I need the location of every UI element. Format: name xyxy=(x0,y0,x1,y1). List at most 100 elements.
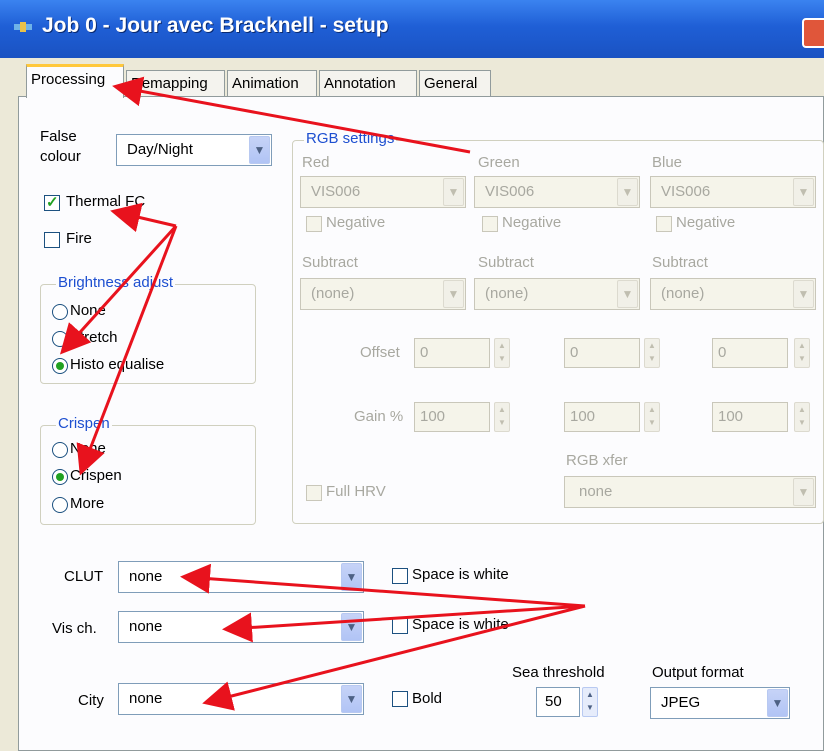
red-subtract-select[interactable]: (none) ▼ xyxy=(300,278,466,310)
blue-negative-label: Negative xyxy=(676,214,736,231)
red-channel-value: VIS006 xyxy=(311,183,361,200)
output-format-select[interactable]: JPEG ▼ xyxy=(650,687,790,719)
chevron-down-icon[interactable]: ▼ xyxy=(443,280,464,308)
blue-subtract-label: Subtract xyxy=(652,254,708,271)
brightness-none-radio[interactable] xyxy=(52,304,68,320)
green-negative-checkbox[interactable] xyxy=(482,216,498,232)
sea-threshold-label: Sea threshold xyxy=(512,664,605,681)
chevron-down-icon[interactable]: ▼ xyxy=(793,478,814,506)
tab-general[interactable]: General xyxy=(419,70,491,96)
red-subtract-value: (none) xyxy=(311,285,355,302)
chevron-down-icon[interactable]: ▼ xyxy=(443,178,464,206)
vis-ch-select[interactable]: none ▼ xyxy=(118,611,364,643)
crispen-more-label: More xyxy=(70,495,105,512)
blue-channel-select[interactable]: VIS006 ▼ xyxy=(650,176,816,208)
chevron-down-icon[interactable]: ▼ xyxy=(767,689,788,717)
fire-checkbox[interactable] xyxy=(44,232,60,248)
green-gain-input[interactable]: 100 xyxy=(564,402,640,432)
chevron-down-icon[interactable]: ▼ xyxy=(617,178,638,206)
blue-offset-value: 0 xyxy=(718,344,727,361)
chevron-down-icon[interactable]: ▼ xyxy=(793,280,814,308)
tab-processing[interactable]: Processing xyxy=(26,64,124,98)
clut-value: none xyxy=(129,568,163,585)
green-label: Green xyxy=(478,154,520,171)
blue-label: Blue xyxy=(652,154,683,171)
city-bold-checkbox[interactable] xyxy=(392,691,408,707)
tab-annotation[interactable]: Annotation xyxy=(319,70,417,96)
crispen-crispen-radio[interactable] xyxy=(52,469,68,485)
red-offset-spinner[interactable]: ▲ ▼ xyxy=(494,338,510,368)
crispen-more-radio[interactable] xyxy=(52,497,68,513)
full-hrv-checkbox[interactable] xyxy=(306,485,322,501)
radio-selected-dot xyxy=(56,473,64,481)
blue-subtract-select[interactable]: (none) ▼ xyxy=(650,278,816,310)
green-offset-input[interactable]: 0 xyxy=(564,338,640,368)
blue-gain-input[interactable]: 100 xyxy=(712,402,788,432)
thermal-fc-label: Thermal FC xyxy=(66,193,146,210)
green-subtract-label: Subtract xyxy=(478,254,534,271)
tab-animation[interactable]: Animation xyxy=(227,70,317,96)
clut-select[interactable]: none ▼ xyxy=(118,561,364,593)
brightness-histo-label: Histo equalise xyxy=(70,356,165,373)
blue-gain-value: 100 xyxy=(718,408,744,425)
green-channel-value: VIS006 xyxy=(485,183,535,200)
brightness-stretch-label: Stretch xyxy=(70,329,118,346)
green-subtract-value: (none) xyxy=(485,285,529,302)
clut-label: CLUT xyxy=(64,568,104,585)
chevron-down-icon[interactable]: ▼ xyxy=(341,563,362,591)
red-offset-value: 0 xyxy=(420,344,429,361)
green-offset-value: 0 xyxy=(570,344,579,361)
clut-space-white-checkbox[interactable] xyxy=(392,568,408,584)
blue-negative-checkbox[interactable] xyxy=(656,216,672,232)
red-gain-spinner[interactable]: ▲ ▼ xyxy=(494,402,510,432)
fire-label: Fire xyxy=(66,230,92,247)
vis-ch-label: Vis ch. xyxy=(52,620,97,637)
green-negative-label: Negative xyxy=(502,214,562,231)
blue-offset-spinner[interactable]: ▲ ▼ xyxy=(794,338,810,368)
window-title: Job 0 - Jour avec Bracknell - setup xyxy=(42,14,389,37)
brightness-stretch-radio[interactable] xyxy=(52,331,68,347)
city-select[interactable]: none ▼ xyxy=(118,683,364,715)
blue-offset-input[interactable]: 0 xyxy=(712,338,788,368)
green-channel-select[interactable]: VIS006 ▼ xyxy=(474,176,640,208)
chevron-down-icon[interactable]: ▼ xyxy=(341,685,362,713)
green-subtract-select[interactable]: (none) ▼ xyxy=(474,278,640,310)
sea-threshold-value: 50 xyxy=(545,693,562,710)
offset-label: Offset xyxy=(360,344,400,361)
brightness-histo-radio[interactable] xyxy=(52,358,68,374)
crispen-none-radio[interactable] xyxy=(52,442,68,458)
red-negative-label: Negative xyxy=(326,214,386,231)
vis-space-white-checkbox[interactable] xyxy=(392,618,408,634)
false-colour-label-1: False xyxy=(40,128,77,145)
crispen-crispen-label: Crispen xyxy=(70,467,122,484)
thermal-fc-checkbox[interactable]: ✓ xyxy=(44,194,60,211)
red-negative-checkbox[interactable] xyxy=(306,216,322,232)
gain-label: Gain % xyxy=(354,408,404,425)
clut-space-white-label: Space is white xyxy=(412,566,509,583)
output-format-label: Output format xyxy=(652,664,744,681)
red-gain-value: 100 xyxy=(420,408,446,425)
chevron-down-icon[interactable]: ▼ xyxy=(793,178,814,206)
green-gain-spinner[interactable]: ▲ ▼ xyxy=(644,402,660,432)
red-gain-input[interactable]: 100 xyxy=(414,402,490,432)
sea-threshold-spinner[interactable]: ▲ ▼ xyxy=(582,687,598,717)
blue-gain-spinner[interactable]: ▲ ▼ xyxy=(794,402,810,432)
tab-remapping[interactable]: Remapping xyxy=(126,70,225,96)
green-offset-spinner[interactable]: ▲ ▼ xyxy=(644,338,660,368)
full-hrv-label: Full HRV xyxy=(326,483,386,500)
chevron-down-icon[interactable]: ▼ xyxy=(341,613,362,641)
red-offset-input[interactable]: 0 xyxy=(414,338,490,368)
chevron-down-icon[interactable]: ▼ xyxy=(249,136,270,164)
rgb-xfer-select[interactable]: none ▼ xyxy=(564,476,816,508)
sea-threshold-input[interactable]: 50 xyxy=(536,687,580,717)
red-channel-select[interactable]: VIS006 ▼ xyxy=(300,176,466,208)
false-colour-select[interactable]: Day/Night ▼ xyxy=(116,134,272,166)
output-format-value: JPEG xyxy=(661,694,701,711)
green-gain-value: 100 xyxy=(570,408,596,425)
radio-selected-dot xyxy=(56,362,64,370)
rgb-settings-title: RGB settings xyxy=(304,130,397,147)
chevron-down-icon[interactable]: ▼ xyxy=(617,280,638,308)
close-icon[interactable] xyxy=(802,18,824,48)
brightness-group-title: Brightness adjust xyxy=(56,274,176,291)
satellite-app-icon xyxy=(12,16,34,38)
